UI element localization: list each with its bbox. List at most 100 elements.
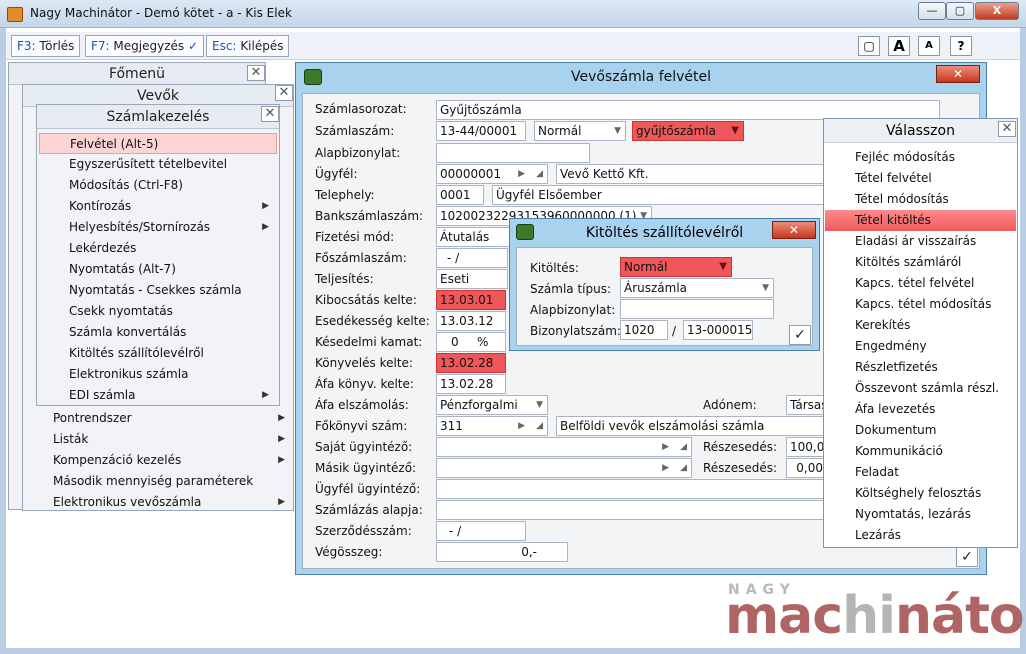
site-name-field[interactable]: Ügyfél Elsőember: [492, 185, 826, 205]
invoice-menu-item[interactable]: Nyomtatás - Csekkes számla: [39, 280, 277, 301]
base-doc-field[interactable]: [436, 143, 590, 163]
fill-mode-select[interactable]: Normál ▼: [620, 257, 732, 277]
payment-select[interactable]: Átutalás: [436, 227, 520, 247]
ledger-name-field[interactable]: Belföldi vevők elszámolási számla: [556, 416, 826, 436]
choose-item[interactable]: Kapcs. tétel felvétel: [825, 273, 1016, 294]
choose-item[interactable]: Költséghely felosztás: [825, 483, 1016, 504]
bank-label: Bankszámlaszám:: [315, 209, 424, 223]
choose-item[interactable]: Fejléc módosítás: [825, 147, 1016, 168]
share-field-1[interactable]: 100,00: [786, 437, 826, 457]
doc-number-field-2[interactable]: 13-000015: [683, 320, 753, 340]
chevron-down-icon: ▼: [536, 400, 543, 410]
invoice-menu-item[interactable]: Nyomtatás (Alt-7): [39, 259, 277, 280]
site-code-field[interactable]: 0001: [436, 185, 484, 205]
choose-item[interactable]: Tétel módosítás: [825, 189, 1016, 210]
ledger-label: Főkönyvi szám:: [315, 419, 408, 433]
invoice-menu-item[interactable]: Lekérdezés: [39, 238, 277, 259]
choose-item[interactable]: Engedmény: [825, 336, 1016, 357]
customers-menu-item[interactable]: Második mennyiség paraméterek: [23, 471, 293, 492]
doc-number-field-1[interactable]: 1020: [620, 320, 668, 340]
ledger-code-field[interactable]: 311 ▶ ◢: [436, 416, 548, 436]
vat-date-field[interactable]: 13.02.28: [436, 374, 506, 394]
choose-item[interactable]: Kerekítés: [825, 315, 1016, 336]
main-invoice-field[interactable]: - /: [436, 248, 508, 268]
dialog-close-button[interactable]: ✕: [936, 65, 980, 83]
invoice-menu-item[interactable]: Egyszerűsített tételbevitel: [39, 154, 277, 175]
help-button[interactable]: ?: [950, 36, 972, 56]
chevron-right-icon: ▶: [262, 201, 269, 211]
client-name-field[interactable]: Vevő Kettő Kft.: [556, 164, 826, 184]
billing-basis-field[interactable]: [436, 500, 826, 520]
fulfilment-select[interactable]: Eseti: [436, 269, 508, 289]
popup-ok-button[interactable]: ✓: [789, 325, 811, 345]
invoice-type-select[interactable]: Normál ▼: [534, 121, 626, 141]
window-title: Nagy Machinátor - Demó kötet - a - Kis E…: [30, 6, 292, 20]
interest-field[interactable]: 0%: [436, 332, 506, 352]
invoice-menu-item[interactable]: Számla konvertálás: [39, 322, 277, 343]
delete-button[interactable]: F3: Törlés: [11, 35, 81, 57]
invoice-menu-item[interactable]: Csekk nyomtatás: [39, 301, 277, 322]
invoice-menu-item[interactable]: Felvétel (Alt-5): [39, 133, 277, 154]
popup-invoice-type-select[interactable]: Áruszámla ▼: [620, 278, 774, 298]
choose-item[interactable]: Lezárás: [825, 525, 1016, 546]
main-menu-close-icon[interactable]: ✕: [247, 65, 265, 81]
dialog-ok-button[interactable]: ✓: [956, 547, 978, 567]
maximize-button[interactable]: ▢: [946, 2, 974, 20]
choose-item[interactable]: Feladat: [825, 462, 1016, 483]
invoice-menu-item[interactable]: Módosítás (Ctrl-F8): [39, 175, 277, 196]
customers-menu-item[interactable]: Listák ▶: [23, 429, 293, 450]
choose-close-icon[interactable]: ✕: [998, 121, 1016, 137]
customers-menu-item[interactable]: Pontrendszer ▶: [23, 408, 293, 429]
own-agent-field[interactable]: ▶ ◢: [436, 437, 692, 457]
client-agent-field[interactable]: [436, 479, 826, 499]
choose-panel: Válasszon ✕ Fejléc módosítás Tétel felvét…: [823, 118, 1018, 548]
customers-menu-item-label: Pontrendszer: [53, 411, 132, 425]
note-button[interactable]: F7: Megjegyzés ✓: [85, 35, 205, 57]
vat-settlement-select[interactable]: Pénzforgalmi ▼: [436, 395, 548, 415]
series-field[interactable]: Gyűjtőszámla: [436, 100, 940, 120]
font-smaller-button[interactable]: A: [918, 36, 940, 56]
issue-date-field[interactable]: 13.03.01: [436, 290, 506, 310]
minimize-button[interactable]: —: [918, 2, 946, 20]
invoice-menu-item-label: Nyomtatás - Csekkes számla: [69, 283, 242, 297]
customers-menu-item[interactable]: Elektronikus vevőszámla ▶: [23, 492, 293, 513]
font-larger-button[interactable]: A: [888, 36, 910, 56]
invoice-menu-item-label: Számla konvertálás: [69, 325, 187, 339]
customers-menu-item[interactable]: Kompenzáció kezelés ▶: [23, 450, 293, 471]
client-code-field[interactable]: 00000001 ▶ ◢: [436, 164, 548, 184]
choose-item[interactable]: Kommunikáció: [825, 441, 1016, 462]
choose-item[interactable]: Részletfizetés: [825, 357, 1016, 378]
invoice-menu-item[interactable]: Helyesbítés/Stornírozás ▶: [39, 217, 277, 238]
customers-menu-close-icon[interactable]: ✕: [275, 85, 293, 101]
tax-type-field[interactable]: Társas: [786, 395, 826, 415]
invoice-menu-item[interactable]: Elektronikus számla: [39, 364, 277, 385]
contract-field[interactable]: - /: [436, 521, 526, 541]
choose-item[interactable]: Tétel felvétel: [825, 168, 1016, 189]
invoice-menu-item[interactable]: Kitöltés szállítólevélről: [39, 343, 277, 364]
booking-date-field[interactable]: 13.02.28: [436, 353, 506, 373]
invoice-menu-item[interactable]: EDI számla ▶: [39, 385, 277, 406]
fill-popup: Kitöltés szállítólevélről ✕ Kitöltés: No…: [509, 218, 820, 351]
invoice-menu-item[interactable]: Kontírozás ▶: [39, 196, 277, 217]
choose-item[interactable]: Tétel kitöltés: [825, 210, 1016, 231]
main-menu-title: Főmenü: [9, 63, 265, 85]
popup-close-button[interactable]: ✕: [772, 221, 816, 239]
invoice-number-field[interactable]: 13-44/00001: [436, 121, 526, 141]
share-field-2[interactable]: 0,00: [786, 458, 826, 478]
exit-button[interactable]: Esc: Kilépés: [206, 35, 290, 57]
other-agent-field[interactable]: ▶ ◢: [436, 458, 692, 478]
popup-base-doc-field[interactable]: [620, 299, 774, 319]
choose-item[interactable]: Áfa levezetés: [825, 399, 1016, 420]
choose-item[interactable]: Kapcs. tétel módosítás: [825, 294, 1016, 315]
invoice-menu-close-icon[interactable]: ✕: [261, 106, 279, 122]
close-window-button[interactable]: X: [975, 2, 1019, 20]
choose-item[interactable]: Eladási ár visszaírás: [825, 231, 1016, 252]
fill-mode-label: Kitöltés:: [530, 261, 579, 275]
due-date-field[interactable]: 13.03.12: [436, 311, 506, 331]
window-toggle-button[interactable]: ▢: [858, 36, 880, 56]
choose-item[interactable]: Dokumentum: [825, 420, 1016, 441]
collective-select[interactable]: gyűjtőszámla ▼: [632, 121, 744, 141]
choose-item[interactable]: Nyomtatás, lezárás: [825, 504, 1016, 525]
choose-item[interactable]: Kitöltés számláról: [825, 252, 1016, 273]
choose-item[interactable]: Összevont számla részl.: [825, 378, 1016, 399]
